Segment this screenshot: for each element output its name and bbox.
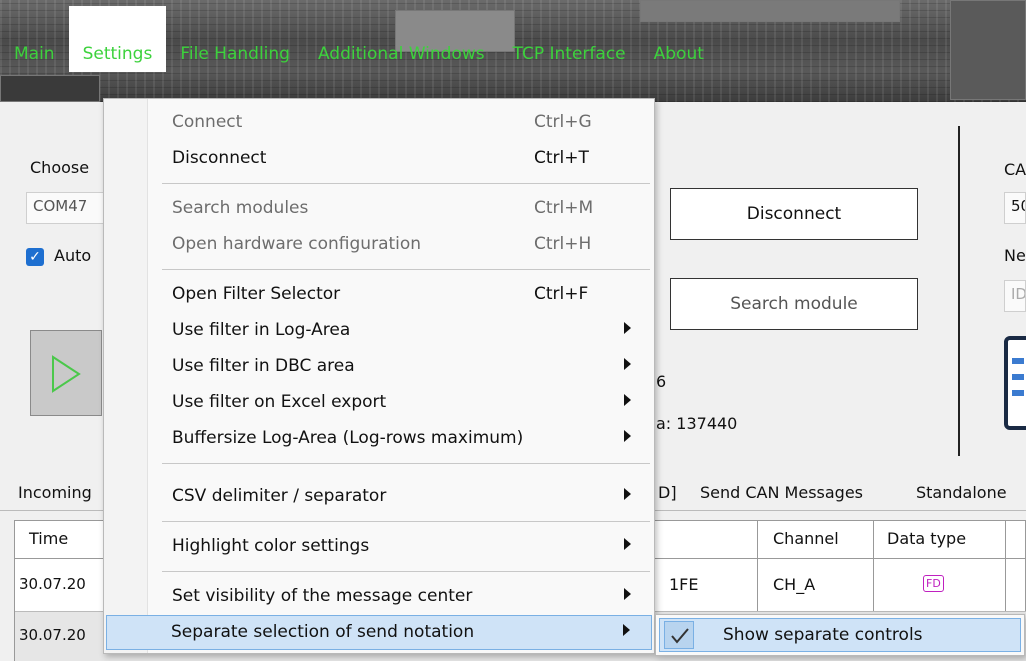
menu-item-label: Highlight color settings — [172, 536, 370, 556]
submenu-arrow-icon — [624, 358, 631, 370]
submenu-arrow-icon — [624, 394, 631, 406]
search-module-button[interactable]: Search module — [670, 278, 918, 330]
menu-item-label: Use filter in DBC area — [172, 356, 355, 376]
submenu-item-show-separate-controls[interactable]: Show separate controls — [659, 618, 1021, 652]
menu-item-open-filter-selector[interactable]: Open Filter Selector Ctrl+F — [106, 277, 652, 312]
menu-settings[interactable]: Settings — [68, 6, 167, 72]
menu-separator — [162, 269, 650, 270]
vertical-divider — [958, 126, 960, 456]
menu-item-connect[interactable]: Connect Ctrl+G — [106, 105, 652, 140]
right-label-1: CA — [1004, 160, 1026, 179]
header-data-type[interactable]: Data type — [887, 529, 966, 548]
menu-item-shortcut: Ctrl+T — [534, 148, 589, 168]
menu-item-label: Use filter on Excel export — [172, 392, 387, 412]
menu-main[interactable]: Main — [0, 36, 69, 72]
menu-item-open-hardware-configuration[interactable]: Open hardware configuration Ctrl+H — [106, 227, 652, 262]
menu-about[interactable]: About — [640, 36, 718, 72]
app-header: Main Settings File Handling Additional W… — [0, 0, 1026, 102]
menu-item-buffersize-log-area[interactable]: Buffersize Log-Area (Log-rows maximum) — [106, 421, 652, 456]
menu-item-use-filter-log-area[interactable]: Use filter in Log-Area — [106, 313, 652, 348]
menu-item-label: Open hardware configuration — [172, 234, 422, 254]
menu-item-use-filter-excel-export[interactable]: Use filter on Excel export — [106, 385, 652, 420]
start-button[interactable] — [30, 330, 102, 416]
row2-time[interactable]: 30.07.20 — [19, 626, 86, 644]
menu-separator — [162, 571, 650, 572]
submenu-arrow-icon — [624, 322, 631, 334]
settings-dropdown: Connect Ctrl+G Disconnect Ctrl+T Search … — [103, 98, 655, 654]
list-icon[interactable] — [1004, 336, 1026, 432]
menu-item-shortcut: Ctrl+G — [534, 112, 592, 132]
row1-channel[interactable]: CH_A — [773, 575, 815, 594]
menu-separator — [162, 463, 650, 464]
tab-send-can-messages[interactable]: Send CAN Messages — [694, 475, 869, 511]
send-notation-submenu: Show separate controls — [655, 614, 1025, 656]
auto-label: Auto — [54, 246, 92, 265]
menu-bar: Main Settings File Handling Additional W… — [0, 6, 718, 72]
menu-item-search-modules[interactable]: Search modules Ctrl+M — [106, 191, 652, 226]
submenu-item-label: Show separate controls — [723, 625, 923, 645]
right-field-2[interactable]: ID — [1004, 280, 1026, 312]
menu-item-shortcut: Ctrl+H — [534, 234, 592, 254]
menu-separator — [162, 183, 650, 184]
header-time[interactable]: Time — [29, 529, 68, 548]
menu-item-csv-delimiter[interactable]: CSV delimiter / separator — [106, 479, 652, 514]
submenu-arrow-icon — [623, 624, 630, 636]
menu-file-handling[interactable]: File Handling — [166, 36, 304, 72]
menu-additional-windows[interactable]: Additional Windows — [304, 36, 499, 72]
tab-incoming[interactable]: Incoming — [12, 475, 98, 511]
disconnect-button[interactable]: Disconnect — [670, 188, 918, 240]
menu-tcp-interface[interactable]: TCP Interface — [499, 36, 640, 72]
menu-item-label: Connect — [172, 112, 243, 132]
tab-standalone[interactable]: Standalone — [910, 475, 1013, 511]
menu-item-use-filter-dbc-area[interactable]: Use filter in DBC area — [106, 349, 652, 384]
menu-item-visibility-message-center[interactable]: Set visibility of the message center — [106, 579, 652, 614]
submenu-arrow-icon — [624, 488, 631, 500]
auto-checkbox[interactable]: ✓ — [26, 248, 44, 266]
tab-fd[interactable]: D] — [652, 475, 683, 511]
menu-item-label: Set visibility of the message center — [172, 586, 473, 606]
check-icon — [664, 621, 694, 649]
fd-badge: FD — [923, 575, 944, 592]
choose-label: Choose — [30, 158, 90, 177]
menu-item-shortcut: Ctrl+M — [534, 198, 594, 218]
play-icon — [52, 355, 81, 393]
menu-item-label: Buffersize Log-Area (Log-rows maximum) — [172, 428, 524, 448]
submenu-arrow-icon — [624, 538, 631, 550]
submenu-arrow-icon — [624, 430, 631, 442]
header-channel[interactable]: Channel — [773, 529, 839, 548]
header-decor — [0, 75, 100, 102]
menu-item-label: CSV delimiter / separator — [172, 486, 387, 506]
menu-separator — [162, 521, 650, 522]
header-decor — [950, 0, 1026, 100]
menu-item-label: Open Filter Selector — [172, 284, 341, 304]
header-decor — [640, 0, 900, 22]
menu-item-label: Disconnect — [172, 148, 267, 168]
row1-time[interactable]: 30.07.20 — [19, 575, 86, 593]
menu-item-separate-selection-send-notation[interactable]: Separate selection of send notation — [106, 615, 652, 650]
right-label-2: Ne — [1004, 246, 1026, 265]
right-field-1[interactable]: 50 — [1004, 192, 1026, 224]
menu-item-highlight-color-settings[interactable]: Highlight color settings — [106, 529, 652, 564]
menu-item-label: Search modules — [172, 198, 309, 218]
menu-item-label: Separate selection of send notation — [171, 622, 475, 642]
row1-id[interactable]: 1FE — [669, 575, 699, 594]
com-port-select[interactable]: COM47 — [26, 192, 106, 224]
info-line-2: a: 137440 — [656, 414, 738, 433]
info-line-1: 6 — [656, 372, 667, 391]
menu-item-shortcut: Ctrl+F — [534, 284, 589, 304]
submenu-arrow-icon — [624, 588, 631, 600]
menu-item-label: Use filter in Log-Area — [172, 320, 351, 340]
menu-item-disconnect[interactable]: Disconnect Ctrl+T — [106, 141, 652, 176]
